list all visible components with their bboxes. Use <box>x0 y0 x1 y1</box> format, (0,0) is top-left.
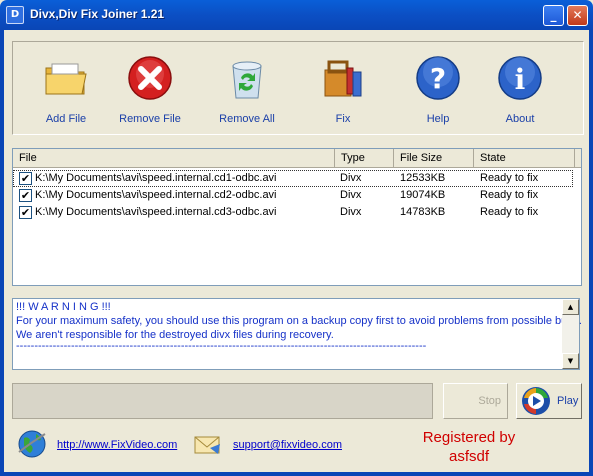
help-button[interactable]: ? Help <box>398 54 478 125</box>
row-file: K:\My Documents\avi\speed.internal.cd3-o… <box>35 206 277 218</box>
message-scrollbar[interactable]: ▲ ▼ <box>562 299 579 369</box>
file-list-header: File Type File Size State <box>13 149 581 168</box>
registration-notice: Registered by asfsdf <box>410 428 528 466</box>
column-file-size[interactable]: File Size <box>394 149 474 168</box>
column-state[interactable]: State <box>474 149 575 168</box>
row-size: 14783KB <box>400 206 446 218</box>
fix-label: Fix <box>335 113 351 125</box>
column-type[interactable]: Type <box>335 149 394 168</box>
add-file-button[interactable]: Add File <box>26 54 106 125</box>
separator-line: ----------------------------------------… <box>16 340 427 352</box>
globe-icon <box>18 430 46 458</box>
row-checkbox[interactable]: ✔ <box>19 172 32 185</box>
toolbox-icon <box>324 60 362 97</box>
remove-all-button[interactable]: Remove All <box>207 54 287 125</box>
info-icon: i <box>498 56 542 100</box>
scroll-down-button[interactable]: ▼ <box>562 353 579 369</box>
app-icon: D <box>6 6 24 24</box>
add-file-label: Add File <box>45 113 87 125</box>
about-button[interactable]: i About <box>480 54 560 125</box>
remove-file-button[interactable]: Remove File <box>110 54 190 125</box>
red-x-icon <box>128 56 172 100</box>
table-row[interactable]: ✔ K:\My Documents\avi\speed.internal.cd2… <box>13 187 573 204</box>
scroll-up-button[interactable]: ▲ <box>562 299 579 315</box>
message-log[interactable]: !!! W A R N I N G !!! For your maximum s… <box>12 298 582 370</box>
column-file[interactable]: File <box>13 149 335 168</box>
progress-bar <box>12 383 433 419</box>
mail-icon <box>194 436 220 454</box>
row-checkbox[interactable]: ✔ <box>19 189 32 202</box>
media-player-icon <box>522 387 550 415</box>
support-email-link[interactable]: support@fixvideo.com <box>233 439 342 451</box>
minimize-button[interactable]: _ <box>543 5 564 26</box>
registered-by-text: Registered by <box>422 429 516 446</box>
registered-name: asfsdf <box>448 448 490 465</box>
play-label: Play <box>557 395 579 407</box>
about-label: About <box>505 113 535 125</box>
row-file: K:\My Documents\avi\speed.internal.cd1-o… <box>35 172 277 184</box>
row-type: Divx <box>340 172 362 184</box>
row-state: Ready to fix <box>480 189 539 201</box>
row-checkbox[interactable]: ✔ <box>19 206 32 219</box>
title-bar: D Divx,Div Fix Joiner 1.21 _ ✕ <box>0 0 593 30</box>
svg-text:?: ? <box>430 62 446 95</box>
row-size: 19074KB <box>400 189 446 201</box>
remove-file-label: Remove File <box>119 113 181 125</box>
fix-button[interactable]: Fix <box>303 54 383 125</box>
stop-button[interactable]: Stop <box>443 383 508 419</box>
table-row[interactable]: ✔ K:\My Documents\avi\speed.internal.cd1… <box>13 170 573 187</box>
window-title: Divx,Div Fix Joiner 1.21 <box>30 7 165 21</box>
question-icon: ? <box>416 56 460 100</box>
row-state: Ready to fix <box>480 206 539 218</box>
svg-text:i: i <box>515 63 526 96</box>
row-size: 12533KB <box>400 172 446 184</box>
row-state: Ready to fix <box>480 172 539 184</box>
file-list[interactable]: File Type File Size State ✔ K:\My Docume… <box>12 148 582 286</box>
warning-heading: !!! W A R N I N G !!! <box>16 301 111 313</box>
warning-line: For your maximum safety, you should use … <box>16 315 582 327</box>
remove-all-label: Remove All <box>219 113 275 125</box>
row-type: Divx <box>340 206 362 218</box>
table-row[interactable]: ✔ K:\My Documents\avi\speed.internal.cd3… <box>13 204 573 221</box>
website-link[interactable]: http://www.FixVideo.com <box>57 439 177 451</box>
help-label: Help <box>426 113 450 125</box>
play-button[interactable]: Play <box>516 383 582 419</box>
toolbar: Add File Remove File Remove All Fix ? He… <box>12 41 584 135</box>
recycle-bin-icon <box>232 61 262 99</box>
folder-icon <box>45 63 87 95</box>
close-button[interactable]: ✕ <box>567 5 588 26</box>
row-file: K:\My Documents\avi\speed.internal.cd2-o… <box>35 189 277 201</box>
row-type: Divx <box>340 189 362 201</box>
